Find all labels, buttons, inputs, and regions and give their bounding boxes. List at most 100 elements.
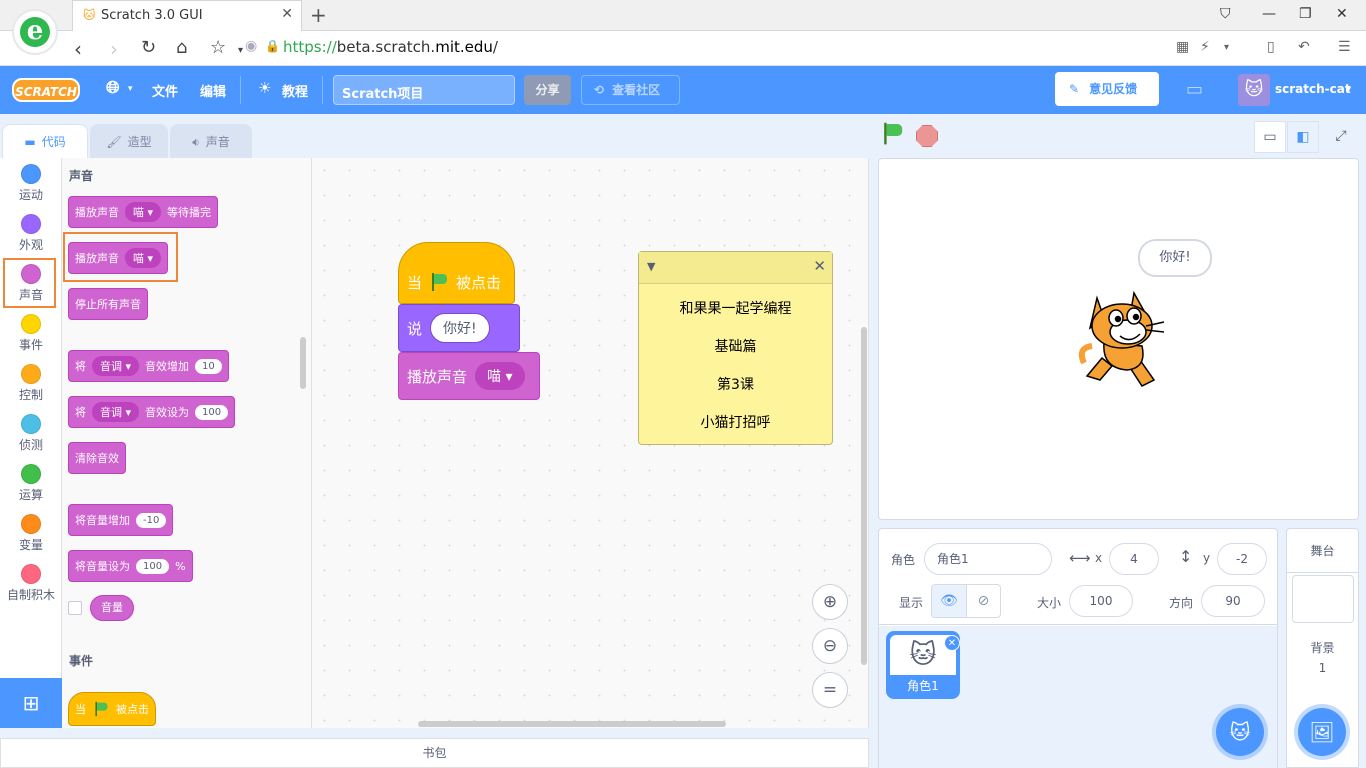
script-say-block[interactable]: 说你好! <box>398 304 520 352</box>
block-set-effect[interactable]: 将音调 ▾ 音效设为 100 <box>68 396 236 428</box>
comment-collapse-icon[interactable]: ▼ <box>647 260 655 273</box>
account-dropdown-icon[interactable]: ▾ <box>1346 84 1351 95</box>
shirt-icon[interactable]: ⛉ <box>1220 6 1231 22</box>
x-input[interactable]: 4 <box>1109 543 1159 575</box>
site-info-icon[interactable]: ◉ <box>245 38 257 54</box>
menu-tutorials[interactable]: 教程 <box>282 81 308 100</box>
tutorials-bulb-icon[interactable]: ☀ <box>258 79 271 97</box>
zoom-in-button[interactable]: ⊕ <box>812 584 848 620</box>
say-text-input[interactable]: 你好! <box>430 313 490 343</box>
project-title-input[interactable]: Scratch项目 <box>333 75 515 105</box>
backpack[interactable]: 书包 <box>0 738 869 768</box>
choose-backdrop-button[interactable]: 🖼︎ <box>1298 708 1346 756</box>
hide-eye-icon[interactable]: ⊘ <box>965 585 1000 617</box>
tab-code[interactable]: ▬ 代码 <box>2 124 88 158</box>
category-events[interactable]: 事件 <box>0 308 62 358</box>
block-change-effect[interactable]: 将音调 ▾ 音效增加 10 <box>68 350 229 382</box>
category-my-blocks[interactable]: 自制积木 <box>0 558 62 608</box>
category-sensing[interactable]: 侦测 <box>0 408 62 458</box>
workspace-comment[interactable]: ▼ ✕ 和果果一起学编程 基础篇 第3课 小猫打招呼 <box>638 251 833 445</box>
reload-icon[interactable]: ↻ <box>141 37 156 58</box>
block-change-volume[interactable]: 将音量增加 -10 <box>68 504 174 536</box>
effect-dropdown[interactable]: 音调 ▾ <box>92 402 140 422</box>
language-dropdown-icon[interactable]: ▾ <box>128 84 133 94</box>
sprite-thumbnail[interactable]: 🐱 角色1 ✕ <box>886 631 960 699</box>
undo-icon[interactable]: ↶ <box>1298 39 1310 55</box>
category-operators[interactable]: 运算 <box>0 458 62 508</box>
show-eye-icon[interactable]: 👁︎ <box>932 585 966 617</box>
choose-sprite-button[interactable]: 🐱︎ <box>1216 708 1264 756</box>
browser-menu-icon[interactable]: ☰ <box>1338 39 1351 55</box>
menu-file[interactable]: 文件 <box>152 81 178 100</box>
block-clear-effects[interactable]: 清除音效 <box>68 442 126 474</box>
menu-edit[interactable]: 编辑 <box>200 81 226 100</box>
qr-code-icon[interactable]: ▦ <box>1176 39 1189 55</box>
palette-scrollbar[interactable] <box>300 337 306 389</box>
category-motion[interactable]: 运动 <box>0 158 62 208</box>
direction-input[interactable]: 90 <box>1201 585 1265 617</box>
sound-dropdown[interactable]: 喵 ▾ <box>125 202 162 222</box>
sprite-name-input[interactable]: 角色1 <box>924 543 1052 575</box>
language-globe-icon[interactable]: 🌐︎ <box>106 78 120 98</box>
category-looks[interactable]: 外观 <box>0 208 62 258</box>
block-play-sound-until-done[interactable]: 播放声音喵 ▾ 等待播完 <box>68 196 219 228</box>
cat-sprite[interactable] <box>1072 288 1172 394</box>
delete-sprite-icon[interactable]: ✕ <box>944 635 960 651</box>
tab-close-icon[interactable]: ✕ <box>281 6 293 22</box>
reading-mode-icon[interactable]: ▯ <box>1267 39 1275 55</box>
zoom-out-button[interactable]: ⊖ <box>812 628 848 664</box>
block-stop-all-sounds[interactable]: 停止所有声音 <box>68 288 148 320</box>
user-avatar[interactable]: 🐱 <box>1238 74 1270 106</box>
restore-icon[interactable]: ❐ <box>1299 6 1312 22</box>
username[interactable]: scratch-cat <box>1275 82 1351 96</box>
workspace-horizontal-scrollbar[interactable] <box>418 721 726 727</box>
volume-monitor-checkbox[interactable] <box>68 601 82 615</box>
effect-dropdown[interactable]: 音调 ▾ <box>92 356 140 376</box>
block-set-volume[interactable]: 将音量设为 100% <box>68 550 193 582</box>
block-when-flag-clicked[interactable]: 当 被点击 <box>68 692 156 726</box>
tab-costumes[interactable]: 🖌︎ 造型 <box>90 124 168 158</box>
my-stuff-folder-icon[interactable]: ▭ <box>1186 79 1203 100</box>
comment-header[interactable]: ▼ ✕ <box>639 252 832 284</box>
script-play-sound-block[interactable]: 播放声音喵 ▾ <box>398 352 540 400</box>
feedback-button[interactable]: ✎ 意见反馈 <box>1055 72 1159 106</box>
home-icon[interactable]: ⌂ <box>176 37 187 58</box>
block-volume-reporter[interactable]: 音量 <box>90 595 134 621</box>
number-input[interactable]: 100 <box>136 558 170 574</box>
zoom-reset-button[interactable]: = <box>812 672 848 708</box>
lightning-icon[interactable]: ⚡ <box>1200 39 1210 55</box>
addr-dropdown-icon[interactable]: ▾ <box>1224 42 1229 53</box>
category-control[interactable]: 控制 <box>0 358 62 408</box>
minimize-icon[interactable]: — <box>1262 6 1276 22</box>
size-input[interactable]: 100 <box>1069 585 1133 617</box>
number-input[interactable]: 100 <box>195 404 229 420</box>
small-stage-button[interactable]: ▭ <box>1254 121 1286 153</box>
back-icon[interactable]: ‹ <box>74 37 82 61</box>
url-field[interactable]: ◉ 🔒 https://beta.scratch.mit.edu/ <box>245 36 1155 60</box>
category-highlight-box <box>3 258 56 308</box>
stage-thumbnail[interactable] <box>1292 575 1354 623</box>
number-input[interactable]: 10 <box>195 358 222 374</box>
y-input[interactable]: -2 <box>1217 543 1267 575</box>
workspace-vertical-scrollbar[interactable] <box>861 327 867 665</box>
green-flag-button[interactable] <box>882 122 908 149</box>
window-close-icon[interactable]: ✕ <box>1336 6 1348 22</box>
sound-dropdown[interactable]: 喵 ▾ <box>475 362 525 390</box>
browser-logo[interactable]: e <box>12 9 58 55</box>
browser-tab[interactable]: 🐱 Scratch 3.0 GUI ✕ <box>72 0 302 31</box>
add-extension-button[interactable]: ⊞ <box>0 678 62 728</box>
new-tab-button[interactable]: + <box>310 3 327 27</box>
category-variables[interactable]: 变量 <box>0 508 62 558</box>
fullscreen-button[interactable]: ⤢ <box>1325 121 1357 153</box>
favorite-dropdown-icon[interactable]: ▾ <box>238 45 243 56</box>
see-community-button[interactable]: ⟲ 查看社区 <box>581 75 680 105</box>
large-stage-button[interactable]: ◧ <box>1287 121 1319 153</box>
script-when-flag-clicked[interactable]: 当 被点击 <box>398 242 515 304</box>
comment-close-icon[interactable]: ✕ <box>813 257 826 275</box>
scratch-logo[interactable]: SCRATCH <box>12 78 80 102</box>
forward-icon[interactable]: › <box>110 37 118 61</box>
number-input[interactable]: -10 <box>136 512 167 528</box>
share-button[interactable]: 分享 <box>524 75 571 105</box>
tab-sounds[interactable]: 🔉︎ 声音 <box>170 124 252 158</box>
favorite-star-icon[interactable]: ☆ <box>210 37 226 58</box>
